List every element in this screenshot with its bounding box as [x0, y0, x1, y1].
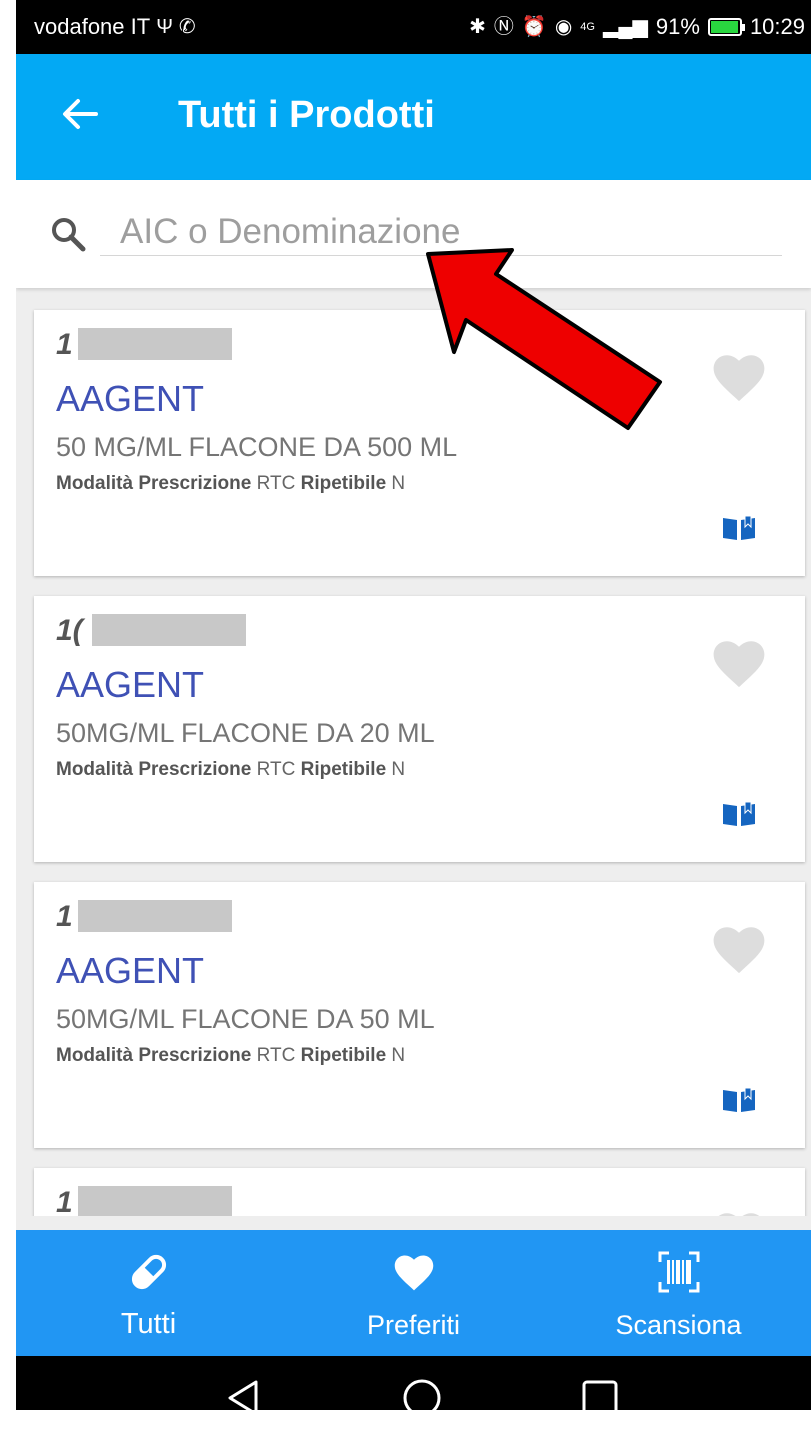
- search-icon: [52, 218, 86, 252]
- product-description: 50MG/ML FLACONE DA 20 ML: [56, 718, 435, 748]
- search-bar: [16, 180, 811, 288]
- alarm-icon: ⏰: [521, 16, 547, 38]
- product-list: 1 AAGENT 50 MG/ML FLACONE DA 500 ML Moda…: [16, 288, 811, 1216]
- carrier-name: vodafone IT: [34, 14, 151, 39]
- nav-label-tutti: Tutti: [120, 1308, 177, 1340]
- product-name: AAGENT: [56, 664, 205, 705]
- nav-tab-tutti[interactable]: Tutti: [16, 1230, 281, 1356]
- product-meta: Modalità Prescrizione RTC Ripetibile N: [56, 759, 405, 781]
- repeatable-value: N: [391, 759, 406, 780]
- signal-icon: ▂▄▆: [602, 16, 648, 38]
- nav-label-preferiti: Preferiti: [366, 1310, 461, 1340]
- prescription-value: RTC: [256, 1045, 296, 1066]
- nfc-icon: Ⓝ: [493, 16, 514, 38]
- annotation-arrow-icon: [426, 248, 662, 430]
- usb-icon: Ψ: [156, 16, 173, 38]
- pill-icon: [131, 1254, 166, 1290]
- bottom-navigation: Tutti Preferiti Scansiona: [16, 1230, 811, 1356]
- system-navigation-bar: [16, 1356, 811, 1410]
- heart-icon: [394, 1255, 433, 1291]
- clock: 10:29: [749, 14, 805, 39]
- product-meta: Modalità Prescrizione RTC Ripetibile N: [56, 473, 405, 495]
- battery-percent: 91%: [655, 14, 700, 39]
- product-code: 1: [56, 1186, 73, 1216]
- product-card[interactable]: 1 AAGENT 50MG/ML FLACONE DA 50 ML Modali…: [34, 882, 805, 1148]
- redacted-code: [78, 328, 232, 360]
- repeatable-value: N: [391, 473, 406, 494]
- app-screen: vodafone IT Ψ ✆ ✱ Ⓝ ⏰ ◉ 4G ▂▄▆ 91% 10:29…: [16, 0, 811, 1410]
- back-triangle-icon[interactable]: [222, 1376, 266, 1410]
- nav-tab-scansiona[interactable]: Scansiona: [546, 1230, 811, 1356]
- barcode-scan-icon: [658, 1251, 699, 1293]
- book-icon[interactable]: [722, 515, 756, 541]
- repeatable-label: Ripetibile: [300, 1045, 387, 1066]
- product-card[interactable]: 1( AAGENT 50MG/ML FLACONE DA 20 ML Modal…: [34, 596, 805, 862]
- prescription-value: RTC: [256, 473, 296, 494]
- status-bar-right: ✱ Ⓝ ⏰ ◉ 4G ▂▄▆ 91% 10:29: [469, 14, 805, 40]
- redacted-code: [78, 1186, 232, 1216]
- favorite-heart-icon[interactable]: [710, 636, 768, 690]
- product-meta: Modalità Prescrizione RTC Ripetibile N: [56, 1045, 405, 1067]
- eye-comfort-icon: ◉: [554, 16, 573, 38]
- repeatable-value: N: [391, 1045, 406, 1066]
- favorite-heart-icon[interactable]: [710, 350, 768, 404]
- repeatable-label: Ripetibile: [300, 473, 387, 494]
- whatsapp-icon: ✆: [178, 16, 196, 38]
- repeatable-label: Ripetibile: [300, 759, 387, 780]
- battery-fill: [710, 21, 739, 33]
- prescription-label: Modalità Prescrizione: [56, 759, 252, 780]
- page-title: Tutti i Prodotti: [178, 94, 435, 136]
- status-bar: vodafone IT Ψ ✆ ✱ Ⓝ ⏰ ◉ 4G ▂▄▆ 91% 10:29: [16, 0, 811, 54]
- app-bar: Tutti i Prodotti: [16, 54, 811, 180]
- redacted-code: [92, 614, 246, 646]
- redacted-code: [78, 900, 232, 932]
- bluetooth-icon: ✱: [469, 16, 486, 38]
- favorite-heart-icon[interactable]: [710, 922, 768, 976]
- book-icon[interactable]: [722, 801, 756, 827]
- product-code: 1(: [56, 614, 83, 647]
- product-card[interactable]: 1: [34, 1168, 805, 1216]
- product-name: AAGENT: [56, 950, 205, 991]
- product-code: 1: [56, 328, 73, 361]
- home-circle-icon[interactable]: [400, 1376, 444, 1410]
- prescription-label: Modalità Prescrizione: [56, 473, 252, 494]
- product-description: 50 MG/ML FLACONE DA 500 ML: [56, 432, 458, 462]
- book-icon[interactable]: [722, 1087, 756, 1113]
- battery-icon: [707, 18, 745, 36]
- prescription-label: Modalità Prescrizione: [56, 1045, 252, 1066]
- prescription-value: RTC: [256, 759, 296, 780]
- network-type: 4G: [580, 21, 595, 33]
- recents-square-icon[interactable]: [578, 1376, 622, 1410]
- product-code: 1: [56, 900, 73, 933]
- favorite-heart-icon[interactable]: [710, 1208, 768, 1216]
- nav-label-scansiona: Scansiona: [615, 1310, 742, 1340]
- product-name: AAGENT: [56, 378, 205, 419]
- arrow-left-icon[interactable]: [60, 94, 100, 134]
- nav-tab-preferiti[interactable]: Preferiti: [281, 1230, 546, 1356]
- status-bar-left: vodafone IT Ψ ✆: [34, 14, 196, 40]
- product-description: 50MG/ML FLACONE DA 50 ML: [56, 1004, 435, 1034]
